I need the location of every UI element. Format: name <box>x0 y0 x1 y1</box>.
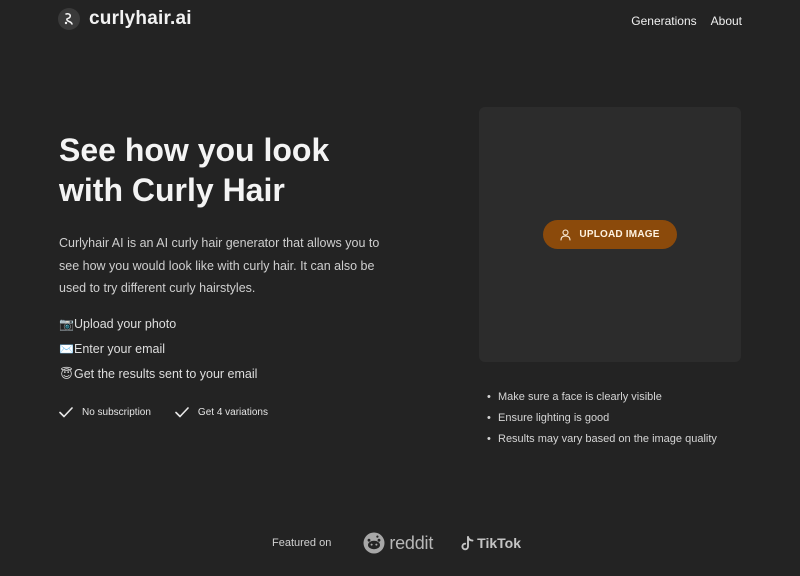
upload-image-button[interactable]: UPLOAD IMAGE <box>543 220 677 249</box>
camera-icon: 📷 <box>59 317 74 331</box>
featured-on: Featured on reddit TikTok <box>272 532 521 554</box>
hero-title: See how you look with Curly Hair <box>59 130 439 210</box>
checkmark-icon <box>59 407 73 418</box>
upload-dropzone[interactable]: UPLOAD IMAGE <box>479 107 741 362</box>
brand-name: curlyhair.ai <box>89 8 192 29</box>
tip-face-text: Make sure a face is clearly visible <box>498 391 662 403</box>
hero-title-line-2: with Curly Hair <box>59 172 285 208</box>
step-email-label: Enter your email <box>74 342 166 356</box>
hero-title-line-1: See how you look <box>59 132 330 168</box>
check-variations: Get 4 variations <box>175 407 268 418</box>
bullet-icon: • <box>487 391 491 403</box>
nav-about[interactable]: About <box>711 14 742 28</box>
main-navigation: Generations About <box>631 14 742 28</box>
step-results-label: Get the results sent to your email <box>74 367 258 381</box>
feature-checks: No subscription Get 4 variations <box>59 407 268 418</box>
tiktok-link[interactable]: TikTok <box>461 535 521 551</box>
step-upload-label: Upload your photo <box>74 317 177 331</box>
smiling-halo-face-icon: 😇 <box>60 367 73 381</box>
upload-image-label: UPLOAD IMAGE <box>579 229 660 240</box>
step-results: 😇 Get the results sent to your email <box>59 365 257 390</box>
tip-quality: • Results may vary based on the image qu… <box>487 431 717 452</box>
step-upload: 📷 Upload your photo <box>59 315 257 340</box>
brand-logo-link[interactable]: curlyhair.ai <box>58 8 192 30</box>
reddit-link[interactable]: reddit <box>363 532 433 554</box>
envelope-icon: ✉️ <box>59 342 74 356</box>
site-header: curlyhair.ai Generations About <box>58 8 742 36</box>
check-variations-label: Get 4 variations <box>197 407 268 418</box>
tip-lighting: • Ensure lighting is good <box>487 410 717 431</box>
tiktok-wordmark: TikTok <box>477 535 521 551</box>
tip-quality-text: Results may vary based on the image qual… <box>498 433 717 445</box>
steps-list: 📷 Upload your photo ✉️ Enter your email … <box>59 315 257 390</box>
bullet-icon: • <box>487 412 491 424</box>
checkmark-icon <box>175 407 189 418</box>
tip-face: • Make sure a face is clearly visible <box>487 389 717 410</box>
user-icon <box>560 228 571 241</box>
step-email: ✉️ Enter your email <box>59 340 257 365</box>
check-no-subscription-label: No subscription <box>82 407 151 418</box>
check-no-subscription: No subscription <box>59 407 151 418</box>
reddit-icon <box>363 532 385 554</box>
reddit-wordmark: reddit <box>389 532 434 553</box>
hero-description: Curlyhair AI is an AI curly hair generat… <box>59 236 380 295</box>
tiktok-icon <box>461 535 474 550</box>
tip-lighting-text: Ensure lighting is good <box>498 412 610 424</box>
featured-label: Featured on <box>272 537 332 549</box>
upload-tips: • Make sure a face is clearly visible • … <box>487 389 717 452</box>
curly-hair-logo-icon <box>58 8 80 30</box>
nav-generations[interactable]: Generations <box>631 14 696 28</box>
bullet-icon: • <box>487 433 491 445</box>
